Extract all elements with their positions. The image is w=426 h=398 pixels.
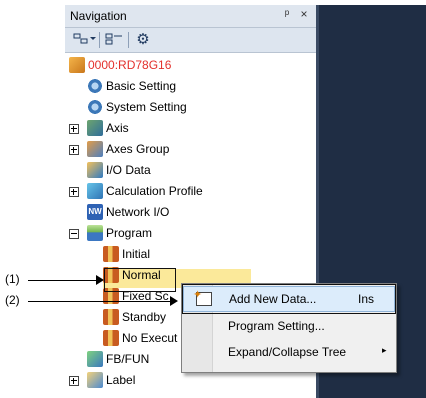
system-setting-icon bbox=[87, 99, 103, 115]
callout-line-1 bbox=[28, 280, 98, 281]
navigation-title: Navigation bbox=[70, 9, 127, 23]
callout-label-2: (2) bbox=[5, 293, 20, 307]
pin-icon[interactable]: ᵖ bbox=[280, 7, 294, 23]
callout-label-1: (1) bbox=[5, 272, 20, 286]
menu-item-program-setting[interactable]: Program Setting... bbox=[183, 314, 395, 338]
callout-line-2 bbox=[28, 301, 172, 302]
tree-item-io-data[interactable]: I/O Data bbox=[65, 160, 316, 181]
tree-item-program[interactable]: Program bbox=[65, 223, 316, 244]
tree-item-basic-setting[interactable]: Basic Setting bbox=[65, 76, 316, 97]
tree-item-label-folder[interactable]: Label bbox=[65, 370, 316, 391]
io-data-icon bbox=[87, 162, 103, 178]
tree-view-icon[interactable] bbox=[71, 31, 97, 49]
axis-icon bbox=[87, 120, 103, 136]
navigation-header: Navigation ᵖ × bbox=[65, 5, 316, 28]
program-folder-icon bbox=[87, 225, 103, 241]
tree-item-label: Network I/O bbox=[106, 205, 170, 219]
tree-item-initial[interactable]: Initial bbox=[65, 244, 316, 265]
program-icon bbox=[103, 246, 119, 262]
network-io-icon: NW bbox=[87, 204, 103, 220]
callout-frame-normal bbox=[104, 268, 176, 292]
tree-item-label: Standby bbox=[122, 310, 167, 324]
basic-setting-icon bbox=[87, 78, 103, 94]
fbfun-icon bbox=[87, 351, 103, 367]
toolbar-separator bbox=[128, 32, 129, 48]
tree-item-calculation-profile[interactable]: Calculation Profile bbox=[65, 181, 316, 202]
tree-item-label: Program bbox=[106, 226, 153, 240]
tree-item-label: Axes Group bbox=[106, 142, 170, 156]
project-icon bbox=[69, 57, 85, 73]
gear-icon[interactable]: ⚙ bbox=[132, 31, 154, 49]
label-icon bbox=[87, 372, 103, 388]
menu-item-expand-collapse-tree[interactable]: Expand/Collapse Tree ▸ bbox=[183, 340, 395, 364]
tree-item-label: Basic Setting bbox=[106, 79, 177, 93]
tree-item-label: Axis bbox=[106, 121, 129, 135]
expand-icon[interactable] bbox=[69, 376, 79, 386]
menu-item-label: Expand/Collapse Tree bbox=[228, 345, 347, 359]
submenu-arrow-icon: ▸ bbox=[382, 345, 387, 355]
expand-icon[interactable] bbox=[69, 187, 79, 197]
navigation-toolbar: ⚙ bbox=[65, 28, 316, 53]
close-icon[interactable]: × bbox=[297, 7, 311, 23]
collapse-icon[interactable] bbox=[69, 229, 79, 239]
program-icon bbox=[103, 309, 119, 325]
tree-item-network-io[interactable]: NW Network I/O bbox=[65, 202, 316, 223]
tree-item-label: Label bbox=[106, 373, 136, 387]
calculation-profile-icon bbox=[87, 183, 103, 199]
list-view-icon[interactable] bbox=[103, 31, 125, 49]
tree-item-label: Initial bbox=[122, 247, 151, 261]
axes-group-icon bbox=[87, 141, 103, 157]
tree-item-label: System Setting bbox=[106, 100, 187, 114]
expand-icon[interactable] bbox=[69, 124, 79, 134]
callout-arrow-1 bbox=[96, 275, 104, 285]
tree-item-axes-group[interactable]: Axes Group bbox=[65, 139, 316, 160]
callout-frame-add-new-data bbox=[182, 284, 396, 314]
tree-item-label: FB/FUN bbox=[106, 352, 150, 366]
tree-item-axis[interactable]: Axis bbox=[65, 118, 316, 139]
tree-item-project[interactable]: 0000:RD78G16 bbox=[65, 55, 316, 76]
tree-item-label: No Execut bbox=[122, 331, 178, 345]
tree-item-label: Calculation Profile bbox=[106, 184, 203, 198]
callout-arrow-2 bbox=[170, 296, 178, 306]
toolbar-separator bbox=[99, 32, 100, 48]
tree-item-system-setting[interactable]: System Setting bbox=[65, 97, 316, 118]
menu-item-label: Program Setting... bbox=[228, 319, 325, 333]
project-label: 0000:RD78G16 bbox=[88, 58, 172, 72]
expand-icon[interactable] bbox=[69, 145, 79, 155]
program-icon bbox=[103, 330, 119, 346]
tree-item-label: I/O Data bbox=[106, 163, 151, 177]
